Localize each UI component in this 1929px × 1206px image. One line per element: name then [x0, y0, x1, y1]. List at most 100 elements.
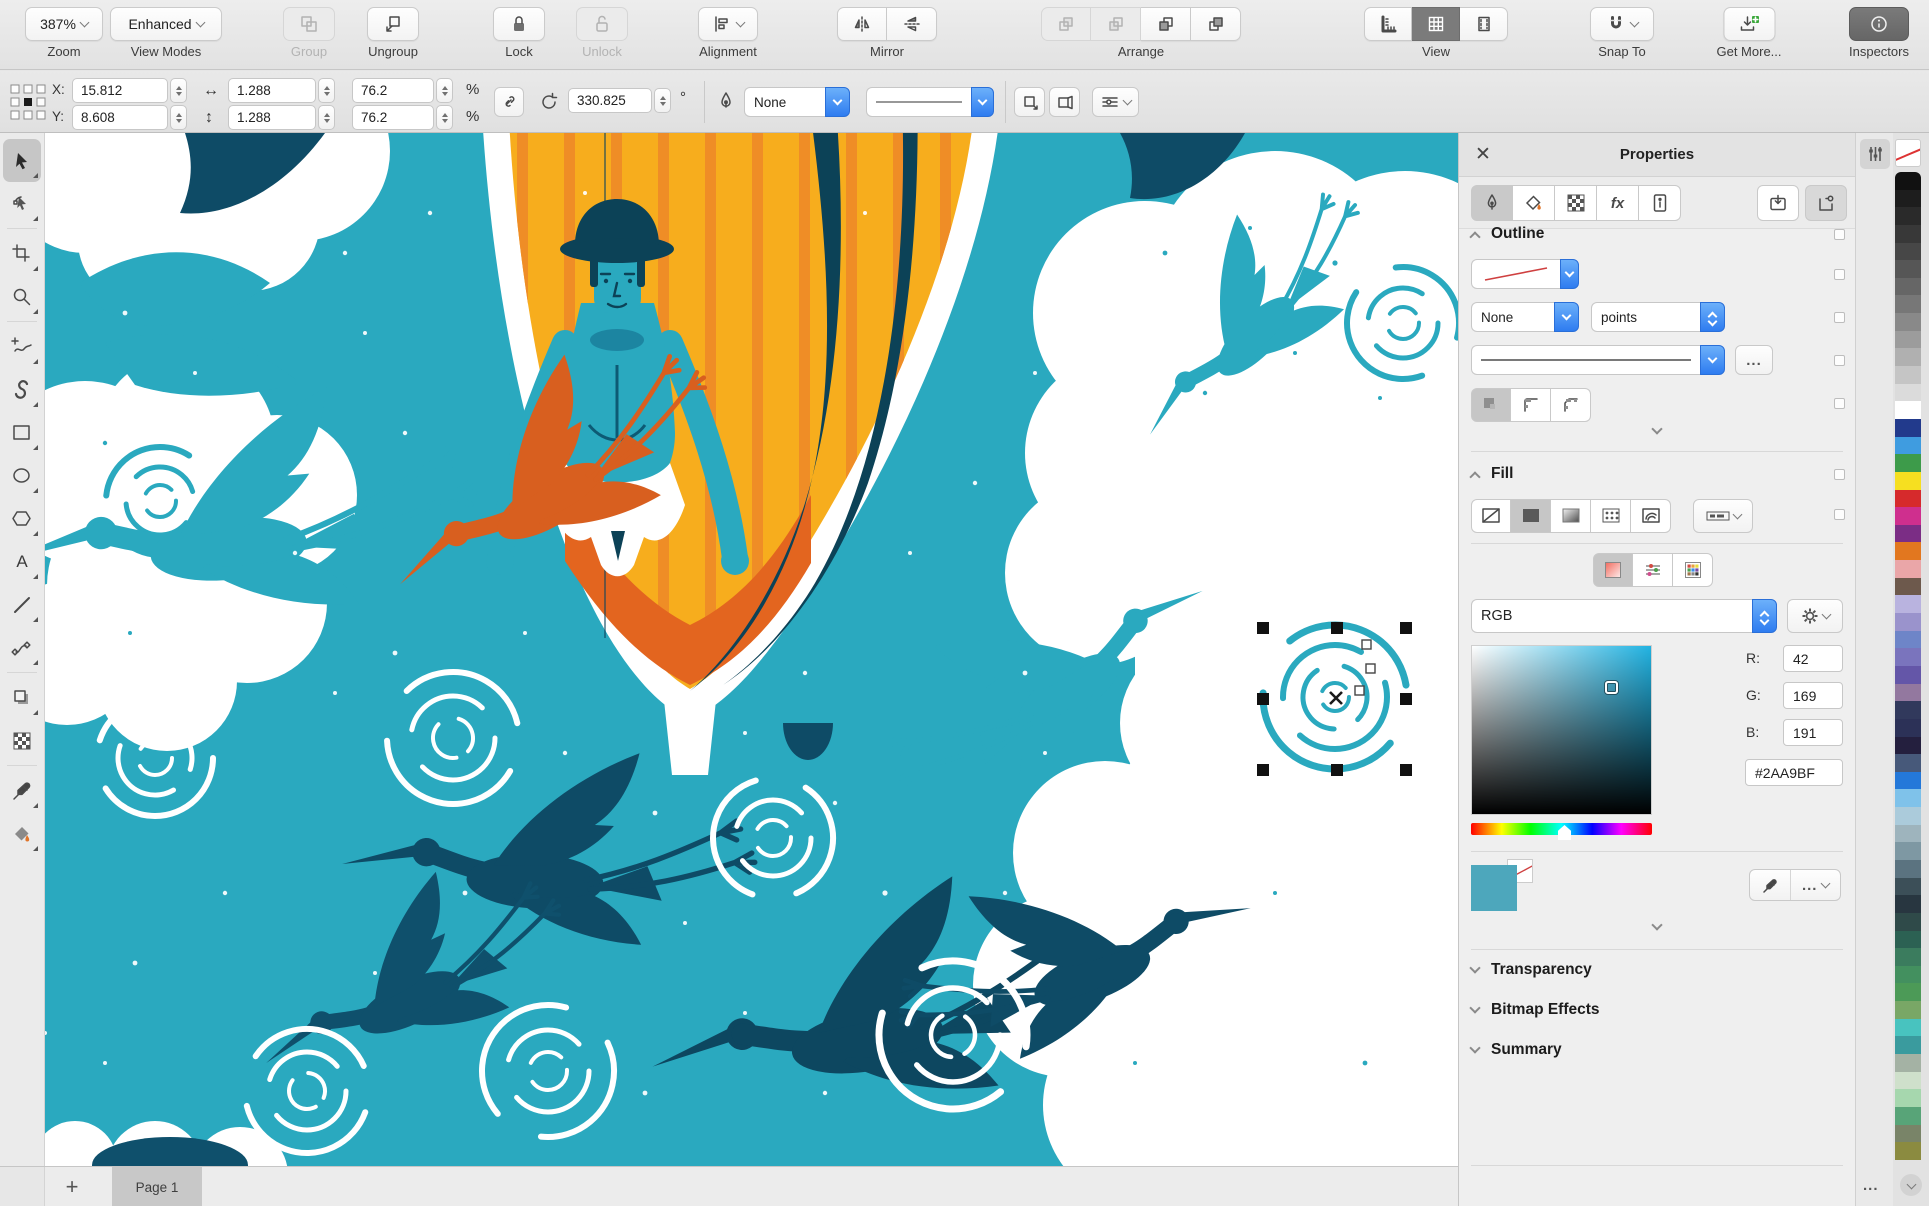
palette-swatch[interactable]	[1895, 277, 1921, 296]
palette-swatch[interactable]	[1895, 754, 1921, 772]
palette-swatch[interactable]	[1895, 824, 1921, 843]
tool-ellipse[interactable]	[3, 454, 41, 497]
outline-color-dropdown[interactable]	[1471, 259, 1579, 289]
x-input[interactable]: 15.812	[72, 78, 168, 103]
b-input[interactable]: 191	[1783, 719, 1843, 746]
hex-input[interactable]: #2AA9BF	[1745, 759, 1843, 786]
palette-swatch[interactable]	[1895, 1001, 1921, 1019]
lock-button[interactable]	[493, 7, 545, 41]
palette-swatch[interactable]	[1895, 877, 1921, 896]
palette-swatch[interactable]	[1895, 330, 1921, 349]
outline-expand-control[interactable]	[1459, 423, 1855, 435]
palette-scroll-down-button[interactable]	[1900, 1174, 1922, 1196]
tool-line[interactable]	[3, 583, 41, 626]
color-viewer-button[interactable]	[1593, 553, 1633, 587]
fill-texture-button[interactable]	[1631, 499, 1671, 533]
rotation-input[interactable]: 330.825	[568, 88, 652, 113]
palette-swatch[interactable]	[1895, 1036, 1921, 1055]
scale-height-stepper[interactable]	[436, 105, 453, 130]
g-input[interactable]: 169	[1783, 682, 1843, 709]
palette-swatch[interactable]	[1895, 701, 1921, 719]
transparency-section-header[interactable]: Transparency	[1469, 961, 1592, 979]
fill-lock-checkbox[interactable]	[1834, 469, 1845, 480]
palette-swatch[interactable]	[1895, 348, 1921, 367]
palette-swatch[interactable]	[1895, 1054, 1921, 1072]
corner-miter-button[interactable]	[1471, 388, 1511, 422]
palette-no-color-swatch[interactable]	[1895, 139, 1921, 167]
palette-swatch[interactable]	[1895, 789, 1921, 808]
more-options-control[interactable]: ...	[1791, 870, 1840, 900]
palette-swatch[interactable]	[1895, 224, 1921, 243]
object-properties-dropdown[interactable]	[1092, 87, 1139, 117]
outline-style-dropdown[interactable]	[866, 87, 994, 117]
outline-width-dropdown[interactable]: None	[744, 87, 850, 117]
tool-connector[interactable]	[3, 626, 41, 669]
tab-summary[interactable]	[1639, 185, 1681, 221]
palette-swatch[interactable]	[1895, 1089, 1921, 1107]
palette-swatch[interactable]	[1895, 665, 1921, 684]
palette-overflow-button[interactable]: ...	[1863, 1177, 1879, 1194]
fill-type-checkbox[interactable]	[1834, 509, 1845, 520]
palette-swatch[interactable]	[1895, 471, 1921, 490]
color-palette-button[interactable]	[1673, 553, 1713, 587]
export-panel-button[interactable]	[1757, 185, 1799, 221]
palette-swatch[interactable]	[1895, 718, 1921, 737]
palette-swatch[interactable]	[1895, 1124, 1921, 1143]
palette-swatch[interactable]	[1895, 189, 1921, 208]
palette-swatch[interactable]	[1895, 859, 1921, 878]
palette-swatch[interactable]	[1895, 436, 1921, 455]
color-options-dropdown[interactable]	[1787, 599, 1843, 633]
palette-swatch[interactable]	[1895, 807, 1921, 825]
pin-panel-button[interactable]	[1805, 185, 1847, 221]
snap-to-dropdown[interactable]	[1590, 7, 1654, 41]
palette-swatch[interactable]	[1895, 1106, 1921, 1125]
fill-special-dropdown[interactable]	[1693, 499, 1753, 533]
tool-freehand[interactable]	[3, 325, 41, 368]
rotation-stepper[interactable]	[654, 88, 671, 113]
height-stepper[interactable]	[318, 105, 335, 130]
close-icon[interactable]: ✕	[1475, 145, 1491, 164]
summary-section-header[interactable]: Summary	[1469, 1041, 1562, 1059]
corner-style-checkbox[interactable]	[1834, 398, 1845, 409]
palette-swatch[interactable]	[1895, 965, 1921, 984]
outline-units-dropdown[interactable]: points	[1591, 302, 1725, 332]
fill-solid-button[interactable]	[1511, 499, 1551, 533]
current-fill-swatch[interactable]	[1471, 865, 1517, 911]
tool-crop[interactable]	[3, 232, 41, 275]
height-input[interactable]: 1.288	[228, 105, 316, 130]
scale-width-input[interactable]: 76.2	[352, 78, 434, 103]
color-sliders-button[interactable]	[1633, 553, 1673, 587]
fill-none-button[interactable]	[1471, 499, 1511, 533]
mirror-horizontal-button[interactable]	[837, 7, 887, 41]
x-stepper[interactable]	[170, 78, 187, 103]
palette-swatch[interactable]	[1895, 260, 1921, 278]
palette-swatch[interactable]	[1895, 383, 1921, 402]
palette-swatch[interactable]	[1895, 418, 1921, 437]
zoom-dropdown[interactable]: 387%	[25, 7, 103, 41]
scale-width-stepper[interactable]	[436, 78, 453, 103]
outline-width-checkbox[interactable]	[1834, 312, 1845, 323]
palette-swatch[interactable]	[1895, 242, 1921, 261]
palette-swatch[interactable]	[1895, 948, 1921, 966]
palette-swatch[interactable]	[1895, 648, 1921, 666]
saturation-value-picker[interactable]	[1471, 645, 1652, 815]
tab-effects[interactable]: fx	[1597, 185, 1639, 221]
canvas[interactable]	[0, 61, 1550, 1206]
get-more-button[interactable]	[1723, 7, 1775, 41]
fill-section-header[interactable]: Fill	[1469, 465, 1513, 483]
palette-swatch[interactable]	[1895, 313, 1921, 331]
palette-swatch[interactable]	[1895, 454, 1921, 472]
outline-width-panel-dropdown[interactable]: None	[1471, 302, 1579, 332]
tab-fill[interactable]	[1513, 185, 1555, 221]
mirror-fill-button[interactable]	[1049, 87, 1080, 117]
anchor-point-selector[interactable]	[9, 83, 47, 121]
palette-swatch[interactable]	[1895, 736, 1921, 755]
outline-lock-checkbox[interactable]	[1834, 229, 1845, 240]
tool-polygon[interactable]	[3, 497, 41, 540]
outline-section-header[interactable]: Outline	[1469, 225, 1544, 243]
eyedropper-options-button[interactable]: ...	[1749, 869, 1841, 901]
lock-ratio-button[interactable]	[494, 87, 524, 117]
palette-swatch[interactable]	[1895, 613, 1921, 631]
palette-swatch[interactable]	[1895, 507, 1921, 525]
tool-artistic-media[interactable]	[3, 368, 41, 411]
